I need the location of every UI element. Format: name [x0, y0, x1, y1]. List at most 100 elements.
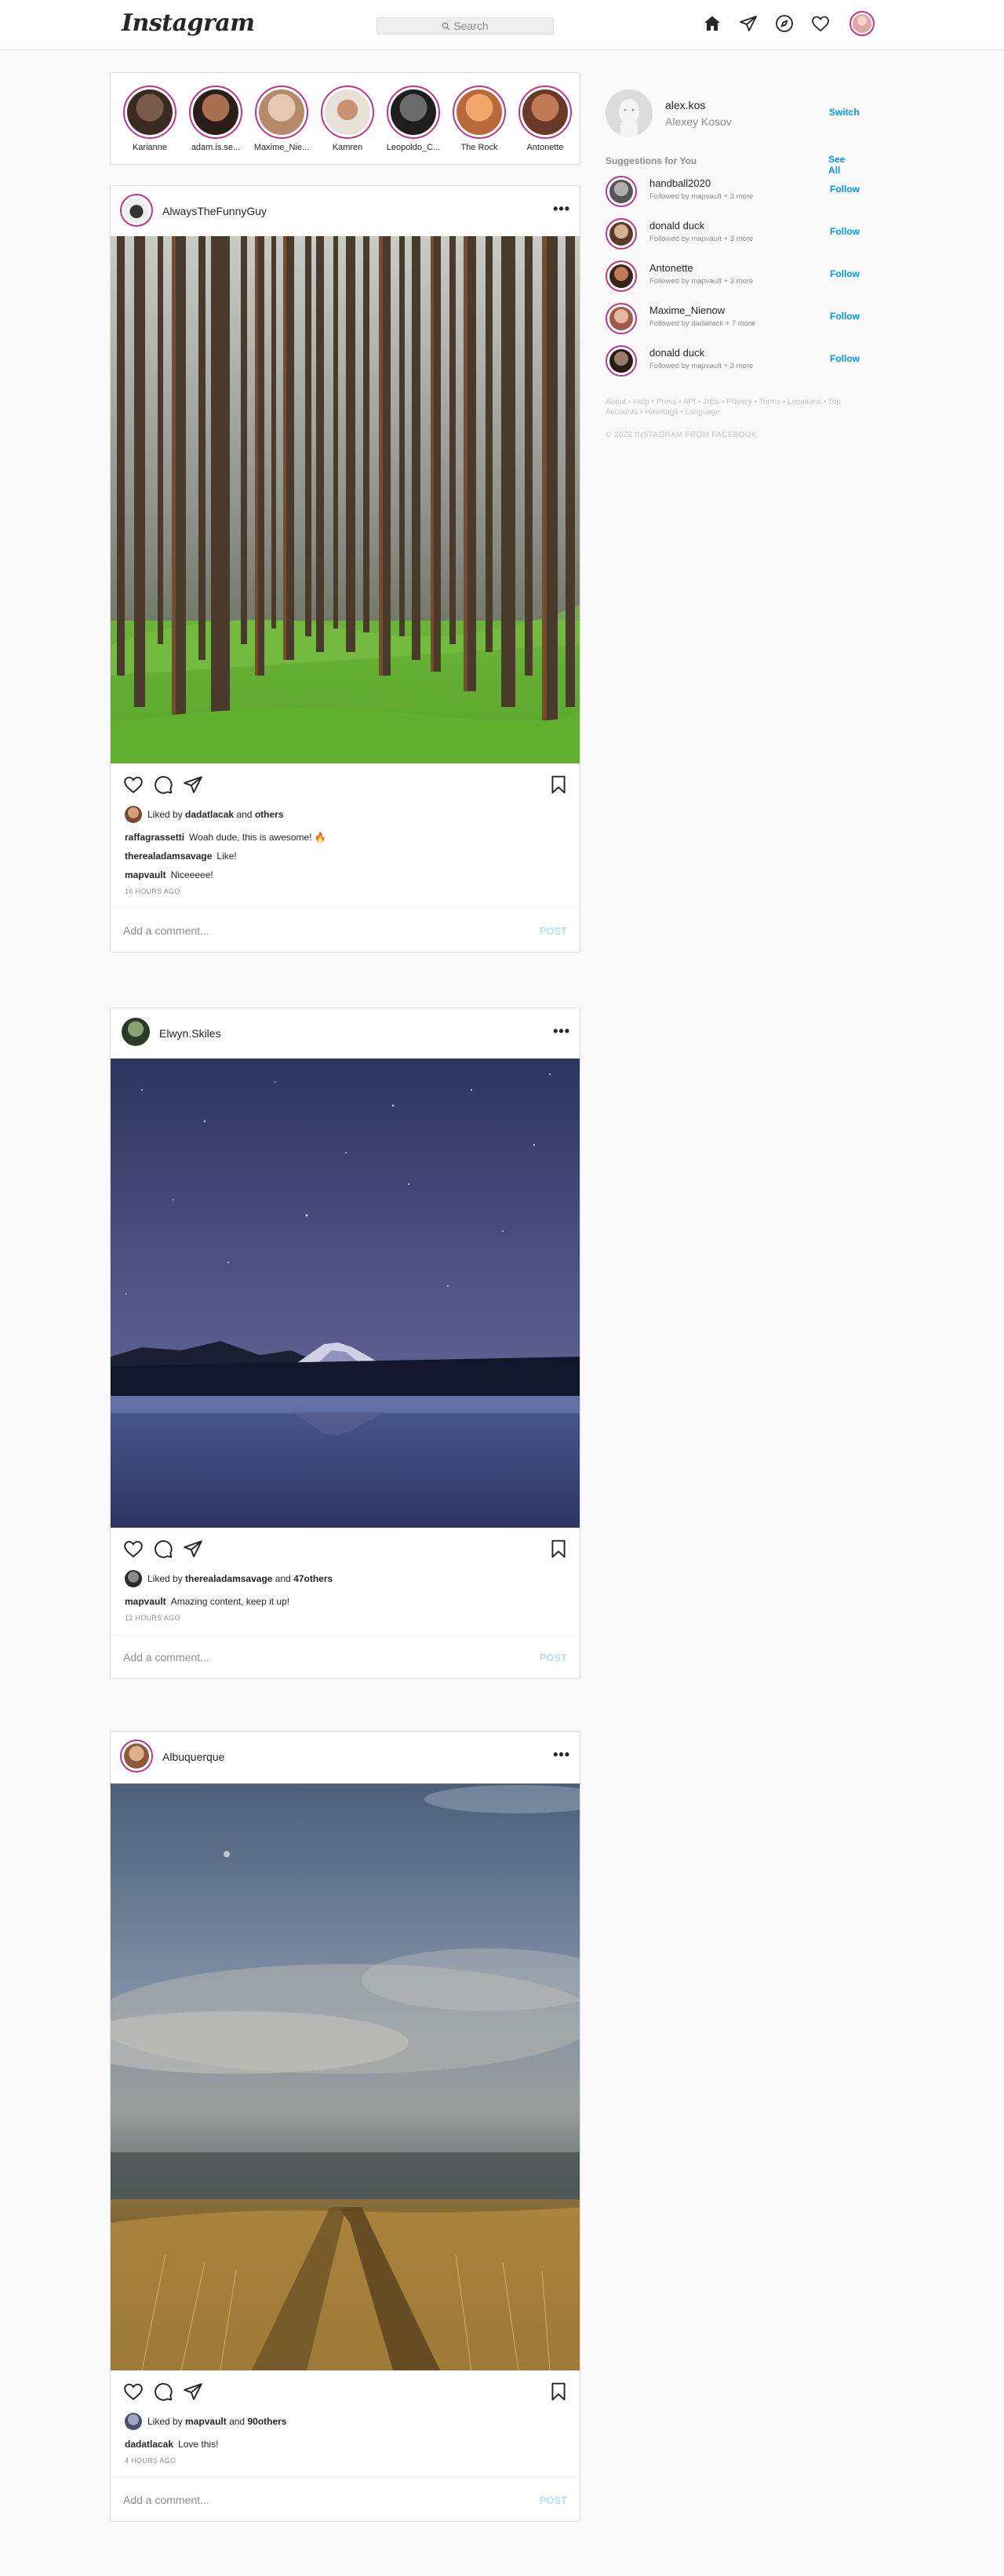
more-options-icon[interactable]: •••	[553, 1747, 570, 1762]
post-image-forest[interactable]	[111, 236, 580, 763]
comment-user[interactable]: mapvault	[125, 869, 166, 880]
share-icon[interactable]	[183, 774, 203, 795]
home-icon[interactable]	[700, 12, 724, 35]
liked-and: and	[236, 809, 253, 820]
comment: mapvault Niceeeee!	[125, 869, 566, 881]
current-user: alex.kos Alexey Kosov Switch	[606, 88, 860, 138]
suggestion-item: donald duck Followed by mapvault + 3 mor…	[606, 339, 860, 381]
like-heart-icon[interactable]	[123, 774, 144, 795]
post-actions	[111, 2370, 580, 2411]
save-bookmark-icon[interactable]	[548, 774, 569, 795]
post-image-mountain-night[interactable]	[111, 1058, 580, 1528]
liked-by-user[interactable]: mapvault	[185, 2416, 227, 2427]
comment-icon[interactable]	[153, 2381, 173, 2402]
story-item[interactable]: Maxime_Nie...	[253, 86, 310, 152]
more-options-icon[interactable]: •••	[553, 202, 570, 216]
liked-and: and	[275, 1573, 291, 1584]
liked-by-user[interactable]: dadatlacak	[185, 809, 234, 820]
add-comment-bar: Add a comment... POST	[111, 1634, 580, 1678]
stories-tray: Karianne adam.is.se... Maxime_Nie... Kam…	[110, 72, 580, 165]
suggestion-username[interactable]: donald duck	[649, 347, 704, 359]
follow-button[interactable]: Follow	[830, 311, 860, 322]
switch-account-button[interactable]: Switch	[829, 107, 860, 118]
post-comment-button[interactable]: POST	[540, 2494, 567, 2506]
comment-user[interactable]: dadatlacak	[125, 2439, 173, 2450]
add-comment-input[interactable]: Add a comment...	[123, 924, 209, 937]
liked-others[interactable]: 47others	[293, 1573, 333, 1584]
follow-button[interactable]: Follow	[830, 184, 860, 195]
post-author-avatar[interactable]	[120, 1740, 153, 1773]
liked-by-avatar	[125, 2413, 142, 2430]
activity-heart-icon[interactable]	[809, 12, 832, 35]
story-item[interactable]: Antonette	[517, 86, 573, 152]
post-comment-button[interactable]: POST	[540, 925, 567, 937]
like-heart-icon[interactable]	[123, 1539, 144, 1559]
liked-by-user[interactable]: therealadamsavage	[185, 1573, 272, 1584]
liked-others[interactable]: others	[255, 809, 284, 820]
post-actions	[111, 763, 580, 804]
comment-icon[interactable]	[153, 774, 173, 795]
post-image-field-path[interactable]	[111, 1784, 580, 2370]
comment-icon[interactable]	[153, 1539, 173, 1559]
story-username: Antonette	[526, 143, 564, 152]
share-icon[interactable]	[183, 2381, 203, 2402]
suggestion-avatar[interactable]	[606, 345, 637, 377]
more-options-icon[interactable]: •••	[553, 1024, 570, 1038]
post-username[interactable]: Albuquerque	[162, 1751, 224, 1763]
add-comment-input[interactable]: Add a comment...	[123, 1651, 209, 1663]
post-username[interactable]: AlwaysTheFunnyGuy	[162, 205, 267, 217]
story-username: Karianne	[132, 143, 168, 152]
save-bookmark-icon[interactable]	[548, 1539, 569, 1559]
post-header: AlwaysTheFunnyGuy •••	[111, 186, 580, 236]
save-bookmark-icon[interactable]	[548, 2381, 569, 2402]
profile-avatar[interactable]	[849, 11, 875, 36]
direct-message-icon[interactable]	[737, 12, 760, 35]
suggestion-username[interactable]: Maxime_Nienow	[649, 304, 725, 316]
story-item[interactable]: adam.is.se...	[187, 86, 244, 152]
suggestion-subtitle: Followed by mapvault + 3 more	[649, 235, 754, 243]
comment-user[interactable]: raffagrassetti	[125, 832, 184, 843]
post-author-avatar[interactable]	[120, 194, 153, 227]
comment: mapvault Amazing content, keep it up!	[125, 1595, 566, 1608]
liked-others[interactable]: 90others	[247, 2416, 286, 2427]
suggestion-avatar[interactable]	[606, 261, 637, 292]
story-avatar	[391, 89, 436, 135]
current-username[interactable]: alex.kos	[665, 99, 705, 111]
liked-prefix: Liked by	[147, 2416, 183, 2427]
suggestion-subtitle: Followed by mapvault + 3 more	[649, 277, 754, 286]
follow-button[interactable]: Follow	[830, 268, 860, 279]
post-comment-button[interactable]: POST	[540, 1652, 567, 1663]
suggestion-username[interactable]: donald duck	[649, 220, 704, 231]
liked-prefix: Liked by	[147, 1573, 183, 1584]
story-avatar	[522, 89, 568, 135]
suggestion-avatar[interactable]	[606, 303, 637, 334]
footer-links[interactable]: About • Help • Press • API • Jobs • Priv…	[606, 397, 849, 417]
story-item[interactable]: Leopoldo_C...	[385, 86, 442, 152]
comment-user[interactable]: mapvault	[125, 1596, 166, 1607]
suggestions-header: Suggestions for You See All	[606, 154, 857, 176]
post-author-avatar[interactable]	[122, 1018, 150, 1046]
story-item[interactable]: The Rock	[451, 86, 507, 152]
like-heart-icon[interactable]	[123, 2381, 144, 2402]
share-icon[interactable]	[183, 1539, 203, 1559]
suggestion-avatar[interactable]	[606, 176, 637, 207]
post-timestamp: 16 HOURS AGO	[125, 887, 180, 895]
add-comment-input[interactable]: Add a comment...	[123, 2494, 209, 2506]
story-item[interactable]: Karianne	[122, 86, 178, 152]
explore-compass-icon[interactable]	[773, 12, 796, 35]
instagram-logo[interactable]: Instagram	[122, 9, 255, 37]
suggestion-item: Maxime_Nienow Followed by dadatlack + 7 …	[606, 297, 860, 339]
follow-button[interactable]: Follow	[830, 353, 860, 364]
story-item[interactable]: Kamren	[319, 86, 376, 152]
current-user-avatar[interactable]	[606, 89, 653, 137]
suggestion-avatar[interactable]	[606, 218, 637, 250]
search-input[interactable]: Search	[376, 17, 554, 35]
comment-user[interactable]: therealadamsavage	[125, 851, 212, 862]
post-username[interactable]: Elwyn.Skiles	[159, 1027, 221, 1040]
top-navigation-bar: Instagram Search	[0, 0, 1004, 50]
suggestion-username[interactable]: Antonette	[649, 262, 693, 274]
liked-by-line: Liked by therealadamsavage and 47others	[111, 1569, 580, 1589]
post-timestamp: 12 HOURS AGO	[125, 1614, 180, 1622]
follow-button[interactable]: Follow	[830, 226, 860, 237]
suggestion-username[interactable]: handball2020	[649, 177, 711, 189]
